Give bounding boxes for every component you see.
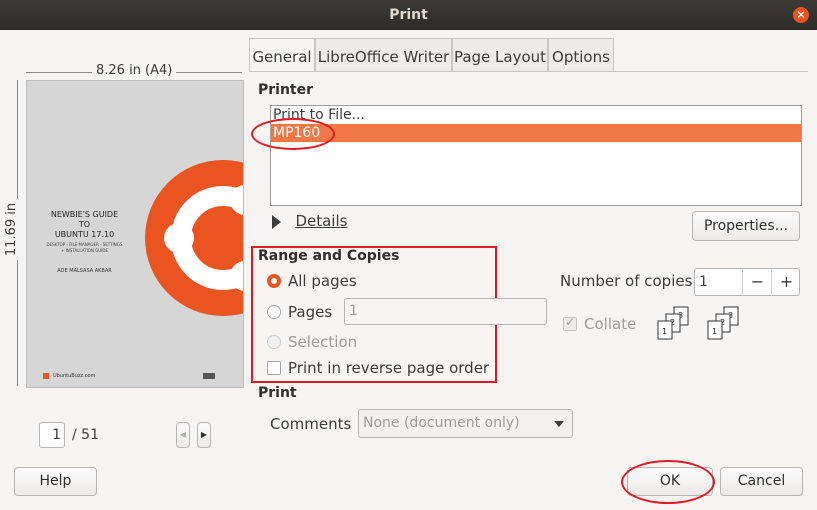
- next-page-button[interactable]: ▶: [197, 422, 211, 448]
- printer-item-print-to-file[interactable]: Print to File...: [271, 106, 801, 124]
- comments-label: Comments: [270, 415, 352, 433]
- window-title: Print: [389, 7, 428, 23]
- doc-title-line-3: UBUNTU 17.10: [54, 230, 115, 239]
- reverse-order-label[interactable]: Print in reverse page order: [288, 359, 489, 377]
- tab-general[interactable]: General: [249, 38, 315, 72]
- page-number-input[interactable]: 1: [39, 422, 65, 448]
- dropdown-arrow-icon: [554, 421, 564, 427]
- expander-arrow-icon: [272, 215, 281, 229]
- window-titlebar: Print ×: [0, 0, 817, 30]
- pages-radio[interactable]: [267, 305, 281, 319]
- pages-label[interactable]: Pages: [288, 303, 332, 321]
- details-expander[interactable]: Details: [272, 212, 347, 230]
- doc-title-line-1: NEWBIE'S GUIDE: [50, 210, 119, 219]
- page-preview: NEWBIE'S GUIDE TO UBUNTU 17.10 DESKTOP -…: [26, 80, 244, 388]
- properties-button[interactable]: Properties...: [692, 211, 800, 241]
- width-dimension-label: 8.26 in (A4): [92, 63, 177, 78]
- cancel-button[interactable]: Cancel: [720, 467, 803, 496]
- svg-text:1: 1: [712, 327, 717, 336]
- copies-increment-button[interactable]: +: [771, 268, 801, 296]
- reverse-order-checkbox[interactable]: [267, 361, 281, 375]
- svg-text:1: 1: [662, 327, 667, 336]
- tab-divider: [249, 71, 808, 72]
- tab-libreoffice-writer[interactable]: LibreOffice Writer: [315, 38, 452, 72]
- doc-subtitle-line-2: + INSTALLATION GUIDE: [60, 248, 109, 253]
- collate-pages-icon: 3 2 1 3 2 1: [657, 306, 739, 340]
- help-button[interactable]: Help: [14, 467, 97, 496]
- collate-label: Collate: [584, 315, 637, 333]
- annotation-oval-printer: [251, 118, 335, 150]
- tab-options[interactable]: Options: [548, 38, 614, 72]
- comments-dropdown-value: None (document only): [363, 415, 520, 431]
- tab-page-layout[interactable]: Page Layout: [452, 38, 548, 72]
- height-dimension-label: 11.69 in: [4, 198, 20, 261]
- printer-section-title: Printer: [258, 82, 314, 98]
- range-section-title: Range and Copies: [258, 248, 400, 264]
- copies-label: Number of copies: [560, 272, 693, 290]
- printer-item-mp160[interactable]: MP160: [271, 124, 801, 142]
- printer-list[interactable]: Print to File... MP160: [270, 105, 802, 206]
- all-pages-radio[interactable]: [267, 274, 281, 288]
- doc-subtitle-line-1: DESKTOP - FILE MANAGER - SETTINGS: [46, 242, 123, 247]
- doc-footer: UbuntuBuzz.com: [53, 373, 96, 379]
- checkmark-icon: ✓: [565, 315, 576, 329]
- selection-radio: [267, 335, 281, 349]
- selection-label: Selection: [288, 333, 358, 351]
- collate-checkbox: ✓: [563, 315, 577, 331]
- copies-decrement-button[interactable]: −: [742, 268, 772, 296]
- comments-dropdown[interactable]: None (document only): [358, 409, 573, 438]
- annotation-oval-ok: [621, 460, 715, 504]
- doc-author: ADE MALSASA AKBAR: [57, 268, 112, 274]
- all-pages-label[interactable]: All pages: [288, 272, 357, 290]
- doc-title-line-2: TO: [78, 220, 91, 229]
- details-label: Details: [295, 212, 348, 230]
- previous-page-button: ◀: [176, 422, 190, 448]
- page-total-label: / 51: [72, 427, 99, 443]
- close-icon[interactable]: ×: [793, 7, 809, 23]
- print-section-title: Print: [258, 385, 297, 401]
- pages-input[interactable]: 1: [344, 298, 547, 325]
